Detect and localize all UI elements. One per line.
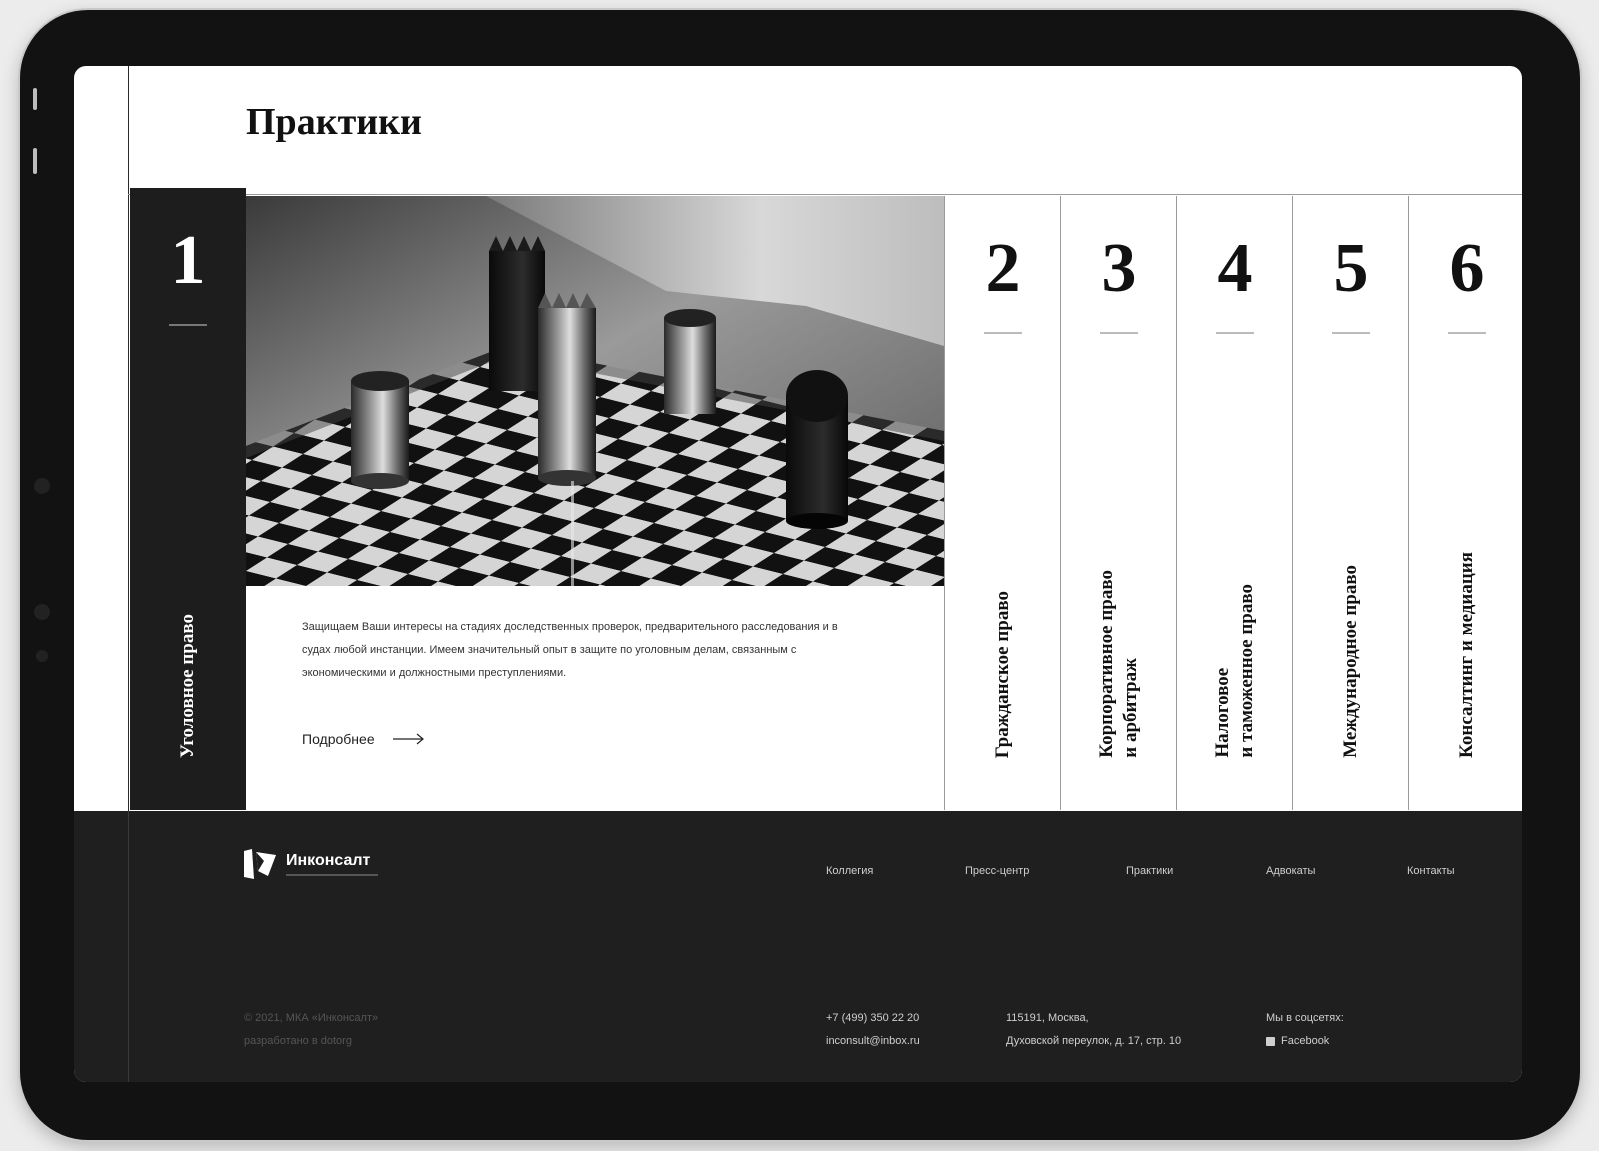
header-divider <box>128 194 1522 195</box>
practice-dash <box>169 324 207 326</box>
footer-contacts: +7 (499) 350 22 20 inconsult@inbox.ru <box>826 1007 920 1053</box>
practice-title: Уголовное право <box>177 613 198 758</box>
tablet-side-button <box>33 148 37 174</box>
practice-title: Налоговое и таможенное право <box>1212 584 1257 758</box>
footer-developer[interactable]: разработано в dotorg <box>244 1030 378 1053</box>
chess-illustration <box>246 196 944 586</box>
practice-number: 5 <box>1333 230 1369 307</box>
practice-title: Корпоративное право и арбитраж <box>1096 570 1141 758</box>
logo-name: Инконсалт <box>286 852 371 869</box>
footer-phone[interactable]: +7 (499) 350 22 20 <box>826 1007 920 1030</box>
footer-social: Мы в соцсетях: Facebook <box>1266 1007 1344 1053</box>
footer-guide-line <box>128 811 129 1082</box>
footer-address-line1: 115191, Москва, <box>1006 1012 1089 1024</box>
more-label: Подробнее <box>302 731 375 747</box>
practice-tab-3[interactable]: 3 Корпоративное право и арбитраж <box>1060 196 1177 810</box>
footer: Инконсалт Коллегия Пресс-центр Практики … <box>74 811 1522 1082</box>
screen: Практики 1 Уголовное право Защищаем Ваши… <box>74 66 1522 1082</box>
chess-photo <box>246 196 944 586</box>
footer-logo[interactable]: Инконсалт <box>244 849 378 879</box>
practice-dash <box>984 332 1022 334</box>
practice-tab-2[interactable]: 2 Гражданское право <box>944 196 1061 810</box>
practice-dash <box>1216 332 1254 334</box>
practice-tab-6[interactable]: 6 Консалтинг и медиация <box>1408 196 1522 810</box>
practice-title: Международное право <box>1340 565 1361 758</box>
camera-dot <box>34 478 50 494</box>
more-link[interactable]: Подробнее <box>302 731 425 747</box>
footer-nav-kollegiya[interactable]: Коллегия <box>826 865 873 877</box>
logo-tagline <box>286 874 378 876</box>
camera-dot <box>36 650 48 662</box>
facebook-icon <box>1266 1037 1275 1046</box>
footer-nav-contacts[interactable]: Контакты <box>1407 865 1455 877</box>
page-title: Практики <box>246 101 422 143</box>
footer-social-title: Мы в соцсетях: <box>1266 1012 1344 1024</box>
footer-copyright-block: © 2021, МКА «Инконсалт» разработано в do… <box>244 1007 378 1053</box>
footer-nav-press-center[interactable]: Пресс-центр <box>965 865 1029 877</box>
footer-nav-advocates[interactable]: Адвокаты <box>1266 865 1315 877</box>
practice-number: 3 <box>1101 230 1137 307</box>
logo-icon <box>244 849 276 879</box>
footer-copyright: © 2021, МКА «Инконсалт» <box>244 1012 379 1024</box>
facebook-label: Facebook <box>1281 1035 1330 1047</box>
footer-email[interactable]: inconsult@inbox.ru <box>826 1030 920 1053</box>
practice-number: 6 <box>1449 230 1485 307</box>
practice-dash <box>1448 332 1486 334</box>
practice-tab-1[interactable]: 1 Уголовное право <box>130 188 246 810</box>
footer-nav-practices[interactable]: Практики <box>1126 865 1173 877</box>
tablet-side-button <box>33 88 37 110</box>
practice-number: 1 <box>170 222 206 299</box>
practice-number: 2 <box>985 230 1021 307</box>
practice-title: Гражданское право <box>992 590 1013 758</box>
practice-dash <box>1332 332 1370 334</box>
practice-tab-5[interactable]: 5 Международное право <box>1292 196 1409 810</box>
practice-number: 4 <box>1217 230 1253 307</box>
footer-address: 115191, Москва, Духовской переулок, д. 1… <box>1006 1007 1181 1053</box>
practice-tab-4[interactable]: 4 Налоговое и таможенное право <box>1176 196 1293 810</box>
footer-facebook-link[interactable]: Facebook <box>1266 1030 1344 1053</box>
practice-dash <box>1100 332 1138 334</box>
practice-description: Защищаем Ваши интересы на стадиях дослед… <box>302 621 838 679</box>
camera-dot <box>34 604 50 620</box>
arrow-right-icon <box>392 733 424 745</box>
practice-title: Консалтинг и медиация <box>1456 552 1477 758</box>
footer-address-line2: Духовской переулок, д. 17, стр. 10 <box>1006 1035 1182 1047</box>
